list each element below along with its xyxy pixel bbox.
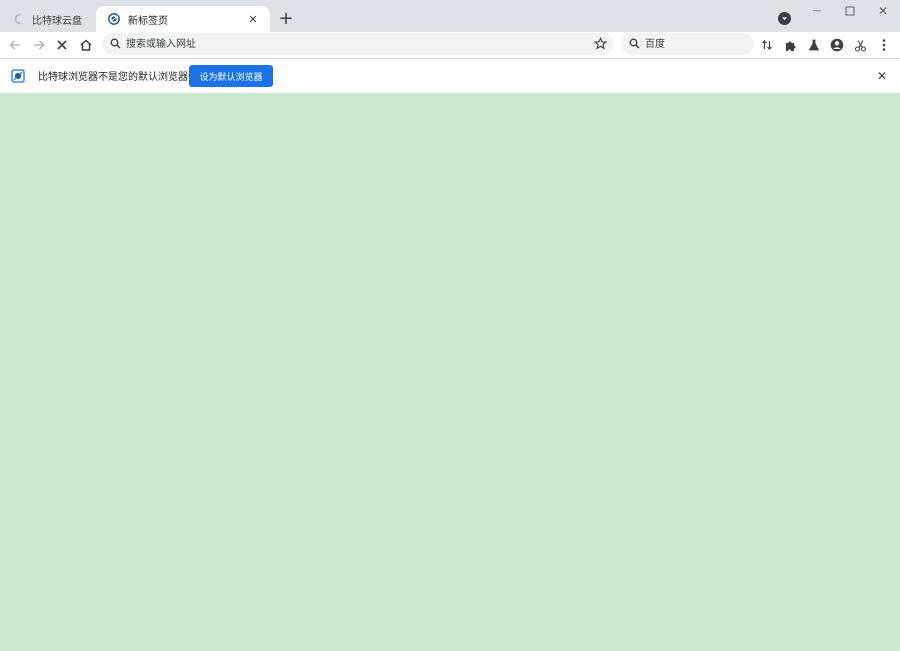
back-arrow-icon xyxy=(9,40,20,50)
search-icon xyxy=(629,38,640,49)
tab-search-button[interactable] xyxy=(778,12,791,25)
scissors-icon xyxy=(854,39,866,52)
search-icon xyxy=(110,38,121,49)
bitball-browser-icon xyxy=(108,13,120,25)
extensions-button[interactable] xyxy=(780,35,800,55)
page-content xyxy=(0,93,900,651)
puzzle-icon xyxy=(785,41,795,51)
close-icon: ✕ xyxy=(877,4,889,18)
default-browser-infobar: 比特球浏览器不是您的默认浏览器 设为默认浏览器 ✕ xyxy=(0,58,900,93)
flask-icon xyxy=(808,39,820,51)
main-menu-button[interactable] xyxy=(874,35,894,55)
sort-arrows-icon xyxy=(762,40,772,50)
labs-button[interactable] xyxy=(804,35,824,55)
stop-loading-icon xyxy=(57,40,67,50)
stop-button[interactable] xyxy=(52,35,72,55)
account-icon xyxy=(830,38,844,52)
loading-spinner-icon xyxy=(12,13,24,25)
maximize-button[interactable] xyxy=(833,0,867,22)
screenshot-button[interactable] xyxy=(850,35,870,55)
infobar-close-button[interactable]: ✕ xyxy=(875,69,889,83)
tab-bitball-cloud[interactable]: 比特球云盘 xyxy=(0,6,96,32)
window-close-button[interactable]: ✕ xyxy=(866,0,900,22)
address-input[interactable] xyxy=(126,33,586,55)
sync-button[interactable] xyxy=(757,35,777,55)
tab-title: 新标签页 xyxy=(128,15,168,27)
set-default-browser-button[interactable]: 设为默认浏览器 xyxy=(189,65,273,87)
address-bar[interactable] xyxy=(102,33,614,55)
chevron-down-icon xyxy=(782,17,787,20)
tab-close-button[interactable]: ✕ xyxy=(246,12,260,26)
tab-title: 比特球云盘 xyxy=(32,15,82,27)
forward-arrow-icon xyxy=(34,40,45,50)
minimize-button[interactable]: — xyxy=(800,0,834,22)
bitball-browser-icon xyxy=(11,69,25,83)
more-vertical-icon xyxy=(882,39,886,51)
tab-strip: 比特球云盘 新标签页 ✕ + — ✕ xyxy=(0,0,900,32)
profile-button[interactable] xyxy=(827,35,847,55)
forward-button[interactable] xyxy=(29,35,49,55)
bookmark-star-icon[interactable] xyxy=(594,37,607,50)
tab-new-tab[interactable]: 新标签页 ✕ xyxy=(96,6,270,32)
minimize-icon: — xyxy=(812,6,822,16)
new-tab-button[interactable]: + xyxy=(277,8,295,29)
maximize-icon xyxy=(845,6,855,16)
search-engine-input[interactable] xyxy=(645,33,745,55)
browser-toolbar xyxy=(0,32,900,58)
infobar-message: 比特球浏览器不是您的默认浏览器 xyxy=(38,72,188,83)
home-button[interactable] xyxy=(76,35,96,55)
back-button[interactable] xyxy=(5,35,25,55)
search-engine-box[interactable] xyxy=(621,33,754,55)
home-icon xyxy=(80,39,92,51)
